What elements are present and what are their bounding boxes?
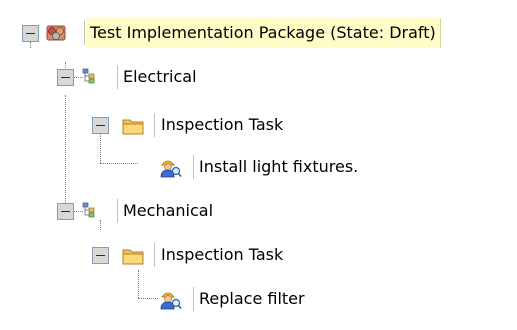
group-tree-icon: [82, 202, 95, 218]
worker-inspect-icon: [160, 160, 182, 178]
tree-node-label[interactable]: Install light fixtures.: [195, 152, 362, 182]
separator: [117, 65, 118, 89]
collapse-toggle[interactable]: [22, 25, 39, 42]
tree-node-label[interactable]: Replace filter: [195, 284, 309, 314]
separator: [117, 199, 118, 223]
separator: [154, 113, 155, 137]
folder-icon: [122, 249, 144, 265]
tree-node-label[interactable]: Mechanical: [119, 196, 217, 226]
tree-node-task[interactable]: Inspection Task: [0, 110, 517, 140]
worker-inspect-icon: [160, 292, 182, 310]
collapse-toggle[interactable]: [57, 203, 74, 220]
tree-node-label[interactable]: Electrical: [119, 62, 201, 92]
folder-icon: [122, 119, 144, 135]
tree-node-group[interactable]: Mechanical: [0, 196, 517, 226]
separator: [193, 155, 194, 179]
package-icon: [46, 25, 66, 41]
separator: [193, 287, 194, 311]
separator: [84, 21, 85, 45]
tree-node-leaf[interactable]: Replace filter: [0, 284, 517, 314]
group-tree-icon: [82, 68, 95, 84]
tree-node-label[interactable]: Inspection Task: [157, 110, 287, 140]
collapse-toggle[interactable]: [92, 117, 109, 134]
collapse-toggle[interactable]: [57, 69, 74, 86]
tree-node-label[interactable]: Inspection Task: [157, 240, 287, 270]
collapse-toggle[interactable]: [92, 247, 109, 264]
tree-node-label[interactable]: Test Implementation Package (State: Draf…: [86, 18, 441, 48]
separator: [154, 243, 155, 267]
tree-node-leaf[interactable]: Install light fixtures.: [0, 152, 517, 182]
tree-node-root[interactable]: Test Implementation Package (State: Draf…: [0, 18, 517, 48]
tree-node-group[interactable]: Electrical: [0, 62, 517, 92]
tree-node-task[interactable]: Inspection Task: [0, 240, 517, 270]
